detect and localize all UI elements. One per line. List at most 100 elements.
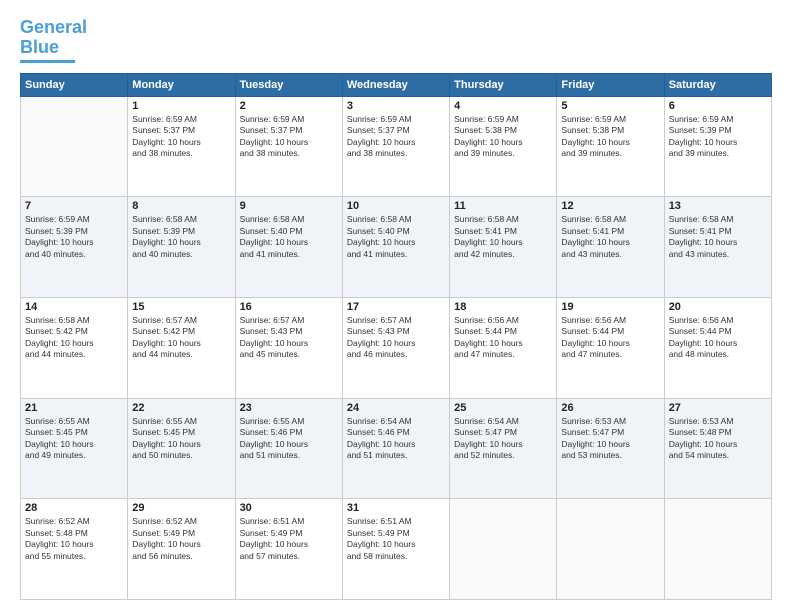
day-info: Sunrise: 6:56 AMSunset: 5:44 PMDaylight:… (454, 315, 552, 361)
day-info: Sunrise: 6:58 AMSunset: 5:42 PMDaylight:… (25, 315, 123, 361)
day-info: Sunrise: 6:58 AMSunset: 5:40 PMDaylight:… (240, 214, 338, 260)
day-number: 9 (240, 200, 338, 212)
day-info: Sunrise: 6:58 AMSunset: 5:41 PMDaylight:… (561, 214, 659, 260)
day-number: 27 (669, 402, 767, 414)
day-number: 20 (669, 301, 767, 313)
calendar-cell: 14 Sunrise: 6:58 AMSunset: 5:42 PMDayligh… (21, 297, 128, 398)
weekday-header: Monday (128, 73, 235, 96)
day-number: 6 (669, 100, 767, 112)
day-number: 29 (132, 502, 230, 514)
day-info: Sunrise: 6:58 AMSunset: 5:41 PMDaylight:… (454, 214, 552, 260)
calendar-week-row: 1 Sunrise: 6:59 AMSunset: 5:37 PMDaylight… (21, 96, 772, 197)
day-info: Sunrise: 6:54 AMSunset: 5:47 PMDaylight:… (454, 416, 552, 462)
calendar-cell: 13Sunrise: 6:58 AMSunset: 5:41 PMDayligh… (664, 197, 771, 298)
calendar-cell: 15 Sunrise: 6:57 AMSunset: 5:42 PMDayligh… (128, 297, 235, 398)
day-number: 18 (454, 301, 552, 313)
logo: General Blue (20, 18, 87, 63)
day-number: 3 (347, 100, 445, 112)
logo-divider (20, 60, 75, 63)
day-info: Sunrise: 6:53 AMSunset: 5:48 PMDaylight:… (669, 416, 767, 462)
day-info: Sunrise: 6:53 AMSunset: 5:47 PMDaylight:… (561, 416, 659, 462)
day-info: Sunrise: 6:58 AMSunset: 5:41 PMDaylight:… (669, 214, 767, 260)
calendar-cell (21, 96, 128, 197)
day-number: 24 (347, 402, 445, 414)
day-info: Sunrise: 6:59 AMSunset: 5:37 PMDaylight:… (240, 114, 338, 160)
logo-general: General (20, 17, 87, 37)
day-number: 16 (240, 301, 338, 313)
day-info: Sunrise: 6:52 AMSunset: 5:48 PMDaylight:… (25, 516, 123, 562)
day-number: 19 (561, 301, 659, 313)
calendar-cell: 12Sunrise: 6:58 AMSunset: 5:41 PMDayligh… (557, 197, 664, 298)
day-info: Sunrise: 6:56 AMSunset: 5:44 PMDaylight:… (561, 315, 659, 361)
day-info: Sunrise: 6:58 AMSunset: 5:39 PMDaylight:… (132, 214, 230, 260)
calendar-cell: 11Sunrise: 6:58 AMSunset: 5:41 PMDayligh… (450, 197, 557, 298)
calendar-cell: 6Sunrise: 6:59 AMSunset: 5:39 PMDaylight… (664, 96, 771, 197)
calendar-cell: 29Sunrise: 6:52 AMSunset: 5:49 PMDayligh… (128, 499, 235, 600)
day-number: 17 (347, 301, 445, 313)
day-info: Sunrise: 6:55 AMSunset: 5:45 PMDaylight:… (25, 416, 123, 462)
calendar-cell: 9 Sunrise: 6:58 AMSunset: 5:40 PMDaylight… (235, 197, 342, 298)
day-number: 31 (347, 502, 445, 514)
calendar-cell: 5Sunrise: 6:59 AMSunset: 5:38 PMDaylight… (557, 96, 664, 197)
day-number: 23 (240, 402, 338, 414)
calendar-week-row: 28 Sunrise: 6:52 AMSunset: 5:48 PMDayligh… (21, 499, 772, 600)
day-number: 7 (25, 200, 123, 212)
calendar-cell: 30 Sunrise: 6:51 AMSunset: 5:49 PMDayligh… (235, 499, 342, 600)
day-number: 2 (240, 100, 338, 112)
day-info: Sunrise: 6:55 AMSunset: 5:46 PMDaylight:… (240, 416, 338, 462)
day-number: 30 (240, 502, 338, 514)
calendar-cell: 27 Sunrise: 6:53 AMSunset: 5:48 PMDayligh… (664, 398, 771, 499)
logo-blue: Blue (20, 37, 59, 57)
calendar-cell: 21Sunrise: 6:55 AMSunset: 5:45 PMDayligh… (21, 398, 128, 499)
calendar-cell: 17 Sunrise: 6:57 AMSunset: 5:43 PMDayligh… (342, 297, 449, 398)
weekday-header: Sunday (21, 73, 128, 96)
calendar-week-row: 7 Sunrise: 6:59 AMSunset: 5:39 PMDaylight… (21, 197, 772, 298)
weekday-header: Thursday (450, 73, 557, 96)
day-info: Sunrise: 6:51 AMSunset: 5:49 PMDaylight:… (240, 516, 338, 562)
calendar-cell: 20 Sunrise: 6:56 AMSunset: 5:44 PMDayligh… (664, 297, 771, 398)
calendar-cell: 19 Sunrise: 6:56 AMSunset: 5:44 PMDayligh… (557, 297, 664, 398)
page: General Blue SundayMondayTuesdayWednesda… (0, 0, 792, 612)
day-info: Sunrise: 6:54 AMSunset: 5:46 PMDaylight:… (347, 416, 445, 462)
calendar-cell: 22 Sunrise: 6:55 AMSunset: 5:45 PMDayligh… (128, 398, 235, 499)
day-number: 22 (132, 402, 230, 414)
calendar-header-row: SundayMondayTuesdayWednesdayThursdayFrid… (21, 73, 772, 96)
calendar-cell: 7 Sunrise: 6:59 AMSunset: 5:39 PMDaylight… (21, 197, 128, 298)
day-number: 5 (561, 100, 659, 112)
weekday-header: Tuesday (235, 73, 342, 96)
calendar-cell: 28 Sunrise: 6:52 AMSunset: 5:48 PMDayligh… (21, 499, 128, 600)
calendar-cell (664, 499, 771, 600)
calendar-cell: 4 Sunrise: 6:59 AMSunset: 5:38 PMDaylight… (450, 96, 557, 197)
calendar-week-row: 14 Sunrise: 6:58 AMSunset: 5:42 PMDayligh… (21, 297, 772, 398)
calendar-cell: 24 Sunrise: 6:54 AMSunset: 5:46 PMDayligh… (342, 398, 449, 499)
day-number: 26 (561, 402, 659, 414)
day-info: Sunrise: 6:55 AMSunset: 5:45 PMDaylight:… (132, 416, 230, 462)
calendar-week-row: 21Sunrise: 6:55 AMSunset: 5:45 PMDayligh… (21, 398, 772, 499)
calendar-cell: 10 Sunrise: 6:58 AMSunset: 5:40 PMDayligh… (342, 197, 449, 298)
day-number: 1 (132, 100, 230, 112)
calendar-table: SundayMondayTuesdayWednesdayThursdayFrid… (20, 73, 772, 600)
day-info: Sunrise: 6:59 AMSunset: 5:39 PMDaylight:… (25, 214, 123, 260)
calendar-cell: 3 Sunrise: 6:59 AMSunset: 5:37 PMDaylight… (342, 96, 449, 197)
day-number: 14 (25, 301, 123, 313)
day-number: 10 (347, 200, 445, 212)
day-info: Sunrise: 6:51 AMSunset: 5:49 PMDaylight:… (347, 516, 445, 562)
calendar-cell: 1 Sunrise: 6:59 AMSunset: 5:37 PMDaylight… (128, 96, 235, 197)
calendar-cell: 16Sunrise: 6:57 AMSunset: 5:43 PMDayligh… (235, 297, 342, 398)
calendar-cell: 23 Sunrise: 6:55 AMSunset: 5:46 PMDayligh… (235, 398, 342, 499)
day-info: Sunrise: 6:56 AMSunset: 5:44 PMDaylight:… (669, 315, 767, 361)
day-number: 28 (25, 502, 123, 514)
day-info: Sunrise: 6:58 AMSunset: 5:40 PMDaylight:… (347, 214, 445, 260)
calendar-cell: 18 Sunrise: 6:56 AMSunset: 5:44 PMDayligh… (450, 297, 557, 398)
day-info: Sunrise: 6:59 AMSunset: 5:38 PMDaylight:… (454, 114, 552, 160)
day-info: Sunrise: 6:57 AMSunset: 5:42 PMDaylight:… (132, 315, 230, 361)
day-number: 4 (454, 100, 552, 112)
day-number: 25 (454, 402, 552, 414)
logo-text: General Blue (20, 18, 87, 58)
day-info: Sunrise: 6:57 AMSunset: 5:43 PMDaylight:… (347, 315, 445, 361)
day-info: Sunrise: 6:59 AMSunset: 5:37 PMDaylight:… (347, 114, 445, 160)
day-info: Sunrise: 6:59 AMSunset: 5:37 PMDaylight:… (132, 114, 230, 160)
calendar-cell: 25 Sunrise: 6:54 AMSunset: 5:47 PMDayligh… (450, 398, 557, 499)
calendar-cell: 2 Sunrise: 6:59 AMSunset: 5:37 PMDaylight… (235, 96, 342, 197)
day-number: 15 (132, 301, 230, 313)
